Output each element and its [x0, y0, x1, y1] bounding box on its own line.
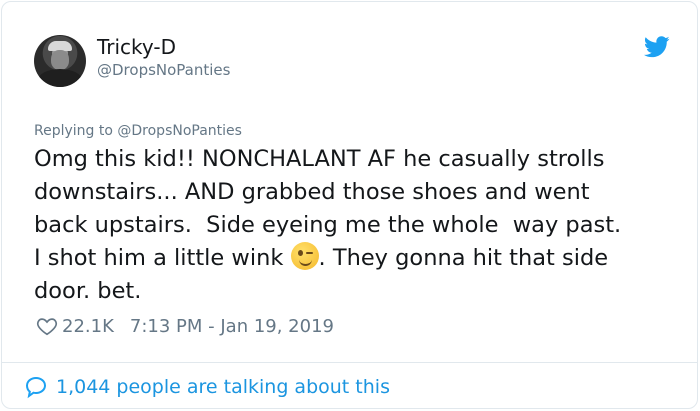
tweet-meta: 22.1K 7:13 PM - Jan 19, 2019 [36, 314, 334, 338]
tweet-card: Tricky-D @DropsNoPanties Replying to @Dr… [1, 1, 698, 409]
replying-to-prefix: Replying to [34, 123, 118, 139]
avatar-shoulders [38, 69, 82, 87]
avatar-face [51, 50, 69, 70]
speech-bubble-icon [25, 376, 47, 399]
replying-to-line: Replying to @DropsNoPanties [34, 123, 242, 139]
user-avatar[interactable] [34, 35, 86, 87]
heart-icon[interactable] [36, 315, 58, 337]
conversation-text[interactable]: 1,044 people are talking about this [56, 376, 390, 398]
tweet-text: Omg this kid!! NONCHALANT AF he casually… [34, 143, 674, 308]
like-count[interactable]: 22.1K [62, 316, 114, 337]
twitter-bird-icon[interactable] [644, 36, 670, 58]
winking-face-emoji-icon [290, 242, 319, 270]
conversation-link[interactable]: 1,044 people are talking about this [24, 372, 390, 402]
tweet-timestamp[interactable]: 7:13 PM - Jan 19, 2019 [130, 316, 334, 337]
footer-divider [2, 362, 697, 363]
replying-to-handle-link[interactable]: @DropsNoPanties [117, 123, 242, 139]
user-display-name[interactable]: Tricky-D [97, 35, 176, 59]
user-handle[interactable]: @DropsNoPanties [97, 61, 230, 79]
